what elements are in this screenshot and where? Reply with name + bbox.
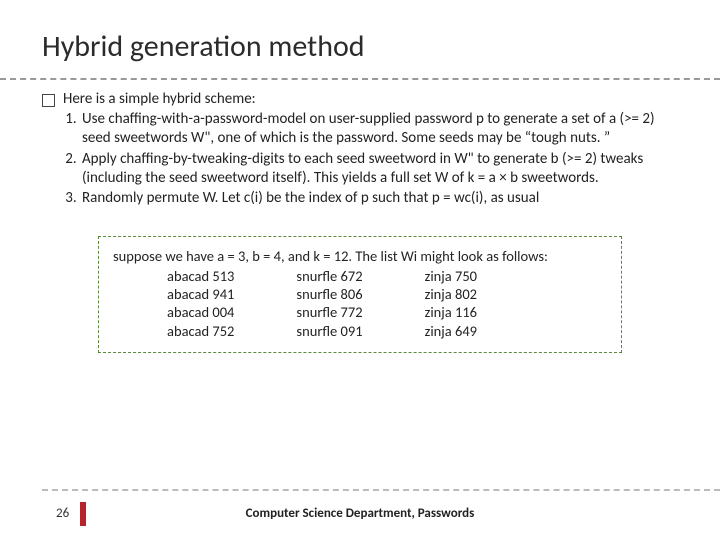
example-cell: zinja 116 bbox=[425, 303, 477, 321]
scheme-step: Apply chaffing-by-tweaking-digits to eac… bbox=[80, 150, 678, 188]
example-cell: snurfle 806 bbox=[296, 285, 362, 303]
scheme-step: Use chaffing-with-a-password-model on us… bbox=[80, 110, 678, 148]
intro-text: Here is a simple hybrid scheme: bbox=[63, 90, 678, 109]
footer-text: Computer Science Department, Passwords bbox=[0, 506, 720, 522]
example-cell: abacad 941 bbox=[167, 285, 234, 303]
title-block: Hybrid generation method bbox=[0, 0, 720, 72]
example-col-3: zinja 750 zinja 802 zinja 116 zinja 649 bbox=[425, 267, 477, 340]
footer-divider bbox=[42, 489, 720, 491]
example-col-2: snurfle 672 snurfle 806 snurfle 772 snur… bbox=[296, 267, 362, 340]
example-cell: zinja 649 bbox=[425, 322, 477, 340]
example-cell: abacad 752 bbox=[167, 322, 234, 340]
slide-body: Here is a simple hybrid scheme: Use chaf… bbox=[0, 80, 720, 353]
bullet-square-icon bbox=[42, 94, 55, 107]
scheme-step: Randomly permute W. Let c(i) be the inde… bbox=[80, 189, 678, 208]
scheme-list: Use chaffing-with-a-password-model on us… bbox=[42, 110, 678, 208]
example-col-1: abacad 513 abacad 941 abacad 004 abacad … bbox=[167, 267, 234, 340]
bullet-item: Here is a simple hybrid scheme: bbox=[42, 90, 678, 109]
example-box: suppose we have a = 3, b = 4, and k = 12… bbox=[98, 236, 622, 353]
example-cell: snurfle 091 bbox=[296, 322, 362, 340]
example-cell: zinja 802 bbox=[425, 285, 477, 303]
slide: Hybrid generation method Here is a simpl… bbox=[0, 0, 720, 540]
example-cell: zinja 750 bbox=[425, 267, 477, 285]
slide-title: Hybrid generation method bbox=[42, 28, 720, 66]
example-cell: snurfle 772 bbox=[296, 303, 362, 321]
example-cell: abacad 513 bbox=[167, 267, 234, 285]
example-lead: suppose we have a = 3, b = 4, and k = 12… bbox=[113, 247, 607, 265]
example-columns: abacad 513 abacad 941 abacad 004 abacad … bbox=[113, 267, 607, 340]
example-cell: snurfle 672 bbox=[296, 267, 362, 285]
example-cell: abacad 004 bbox=[167, 303, 234, 321]
